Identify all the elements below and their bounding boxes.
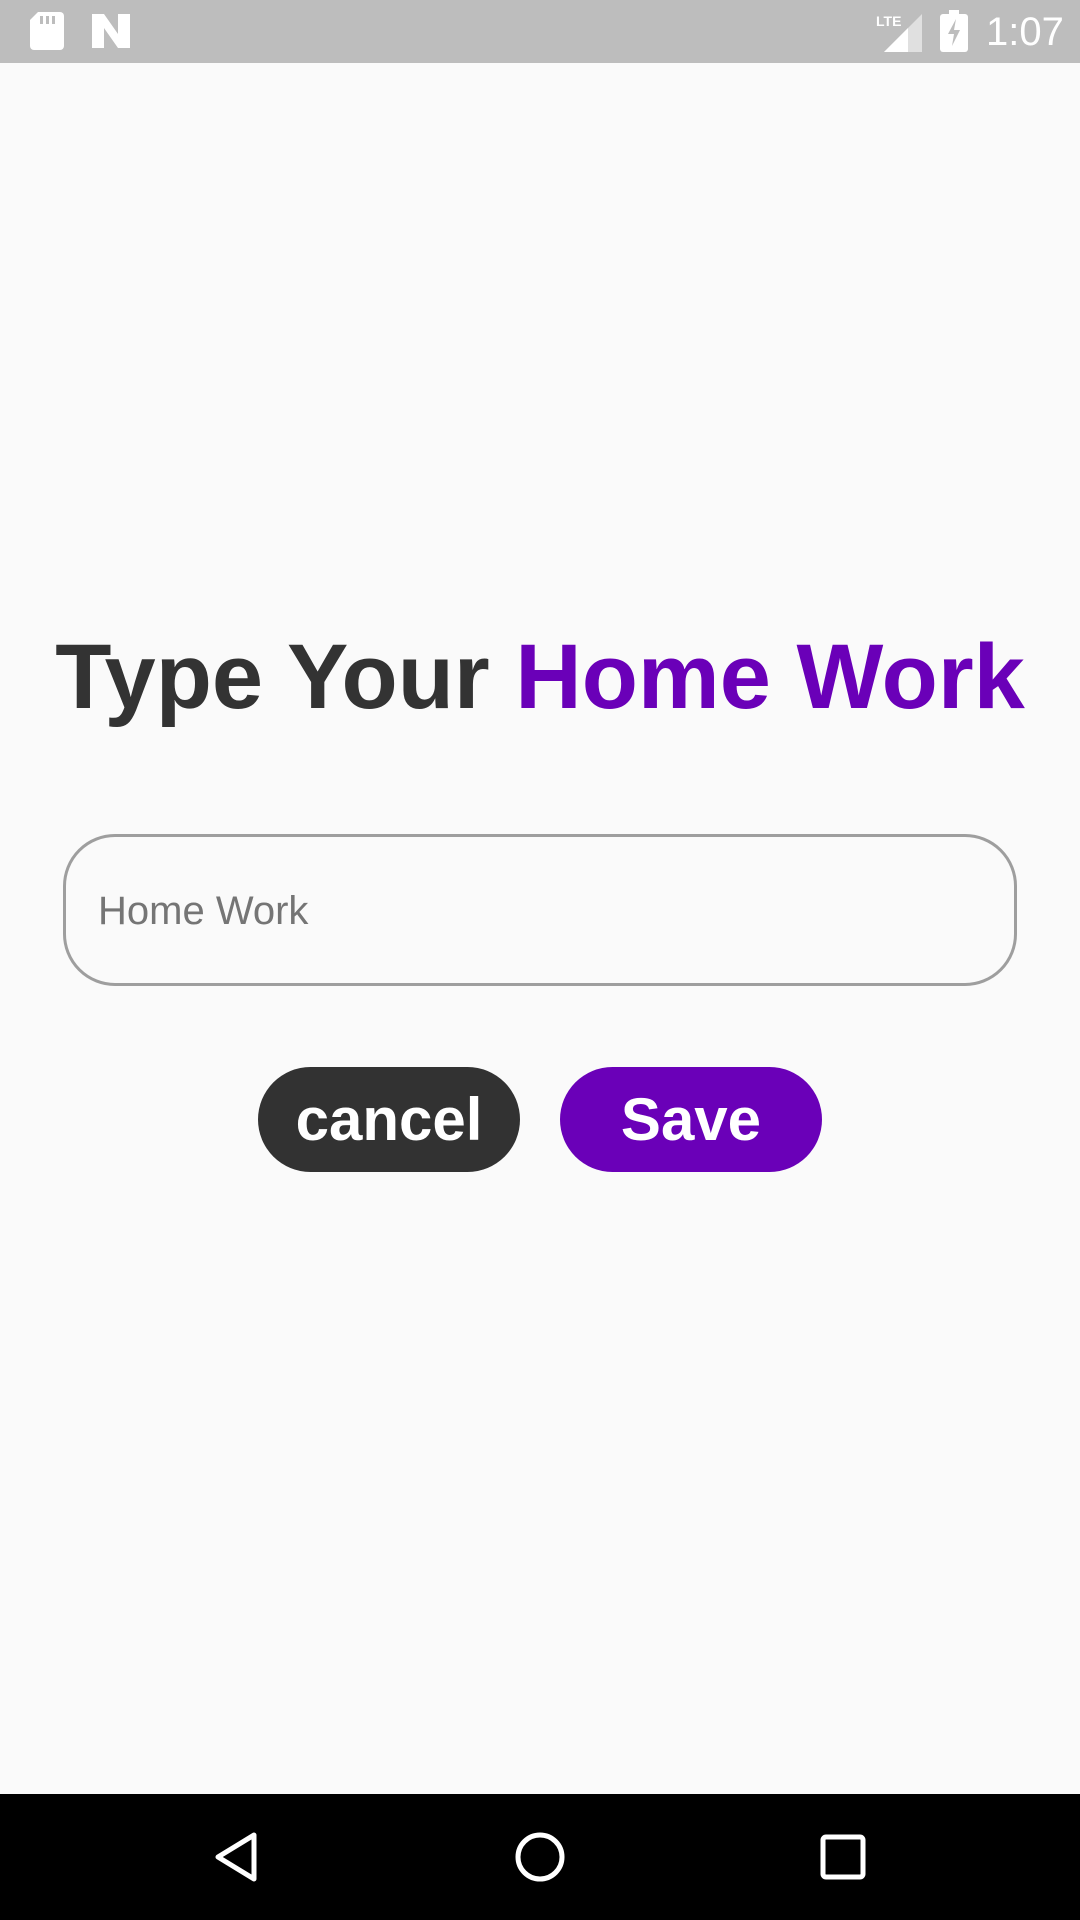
lte-signal-icon: LTE: [876, 13, 922, 52]
save-button[interactable]: Save: [560, 1067, 822, 1172]
navigation-bar: [0, 1794, 1080, 1920]
home-icon[interactable]: [510, 1827, 570, 1887]
page-title: Type Your Home Work: [0, 622, 1080, 732]
battery-charging-icon: [940, 10, 968, 52]
status-time: 1:07: [986, 10, 1064, 54]
back-icon[interactable]: [206, 1827, 266, 1887]
svg-text:LTE: LTE: [876, 13, 901, 29]
homework-entry-screen: LTE 1:07 Type Your Home Work cancel Save: [0, 0, 1080, 1920]
sd-card-icon: [30, 12, 64, 50]
cancel-button[interactable]: cancel: [258, 1067, 520, 1172]
status-bar: LTE 1:07: [0, 0, 1080, 63]
recent-apps-icon[interactable]: [813, 1827, 873, 1887]
title-highlight: Home Work: [515, 626, 1025, 728]
homework-input-container[interactable]: [63, 834, 1017, 986]
n-notification-icon: [92, 14, 130, 48]
homework-input[interactable]: [96, 837, 980, 985]
title-prefix: Type Your: [55, 626, 516, 728]
